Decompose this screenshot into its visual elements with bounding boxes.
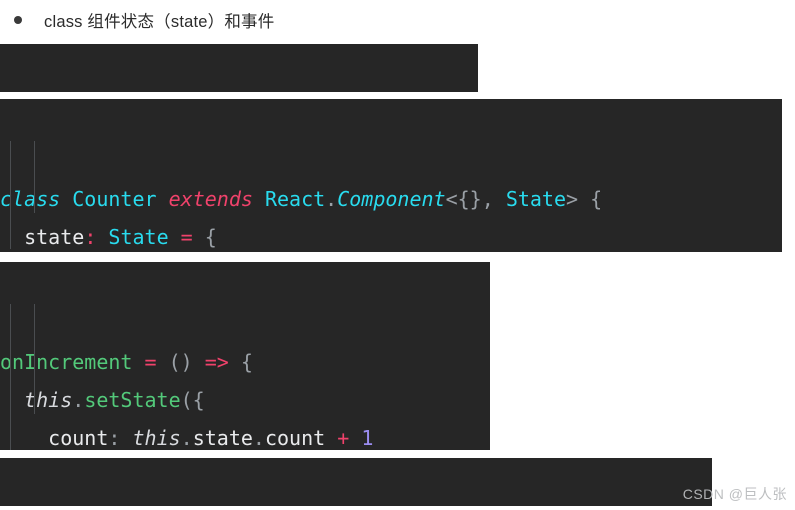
code-token: { xyxy=(240,350,253,374)
code-token: : xyxy=(108,426,121,450)
code-token: : xyxy=(84,225,97,249)
code-token: React xyxy=(264,187,326,211)
code-token: > xyxy=(566,187,579,211)
code-token: . xyxy=(180,426,193,450)
code-token: this xyxy=(24,388,73,412)
code-token: <{} xyxy=(445,187,482,211)
code-token: Component xyxy=(337,187,446,211)
code-line: count: this.state.count + 1 xyxy=(0,419,490,450)
code-token: () xyxy=(168,350,193,374)
indent-guide xyxy=(34,141,35,213)
code-token: count xyxy=(48,426,109,450)
code-block-body: onIncrement = () => { this.setState({ co… xyxy=(0,338,490,450)
code-token: state xyxy=(24,225,85,249)
indent-guide xyxy=(10,141,11,249)
code-block-on-increment: onIncrement = () => { this.setState({ co… xyxy=(0,262,490,450)
code-token: { xyxy=(204,225,217,249)
code-token: = xyxy=(144,350,157,374)
code-token: 1 xyxy=(361,426,374,450)
code-token: = xyxy=(180,225,193,249)
code-token: onIncrement xyxy=(0,350,133,374)
code-token: setState xyxy=(84,388,181,412)
code-token: . xyxy=(72,388,85,412)
code-block-type-state: type State = { count: number } xyxy=(0,44,478,92)
code-line: onIncrement = () => { xyxy=(0,343,490,381)
code-token: => xyxy=(204,350,229,374)
bullet-dot-icon xyxy=(14,16,22,24)
code-token: extends xyxy=(168,187,253,211)
code-token: count xyxy=(264,426,326,450)
code-line: class Counter extends React.Component<{}… xyxy=(0,180,782,218)
code-token: , xyxy=(481,187,494,211)
indent-guide xyxy=(34,304,35,414)
code-block-body: class Counter extends React.Component<{}… xyxy=(0,175,782,252)
code-token: this xyxy=(132,426,181,450)
bullet-heading-label: class 组件状态（state）和事件 xyxy=(44,13,275,31)
code-token: state xyxy=(192,426,253,450)
code-token: ({ xyxy=(180,388,205,412)
bullet-heading-row: class 组件状态（state）和事件 xyxy=(0,0,795,40)
code-token: State xyxy=(108,225,169,249)
code-token: { xyxy=(590,187,603,211)
code-token: . xyxy=(252,426,265,450)
code-line: state: State = { xyxy=(0,218,782,252)
code-token: Counter xyxy=(72,187,157,211)
code-token: + xyxy=(337,426,350,450)
code-block-button-jsx: <button onClick={this.onIncrement}>+1</b… xyxy=(0,458,712,506)
code-line: this.setState({ xyxy=(0,381,490,419)
code-token: State xyxy=(505,187,567,211)
code-block-class-counter: class Counter extends React.Component<{}… xyxy=(0,99,782,252)
indent-guide xyxy=(10,304,11,450)
code-token: . xyxy=(325,187,338,211)
